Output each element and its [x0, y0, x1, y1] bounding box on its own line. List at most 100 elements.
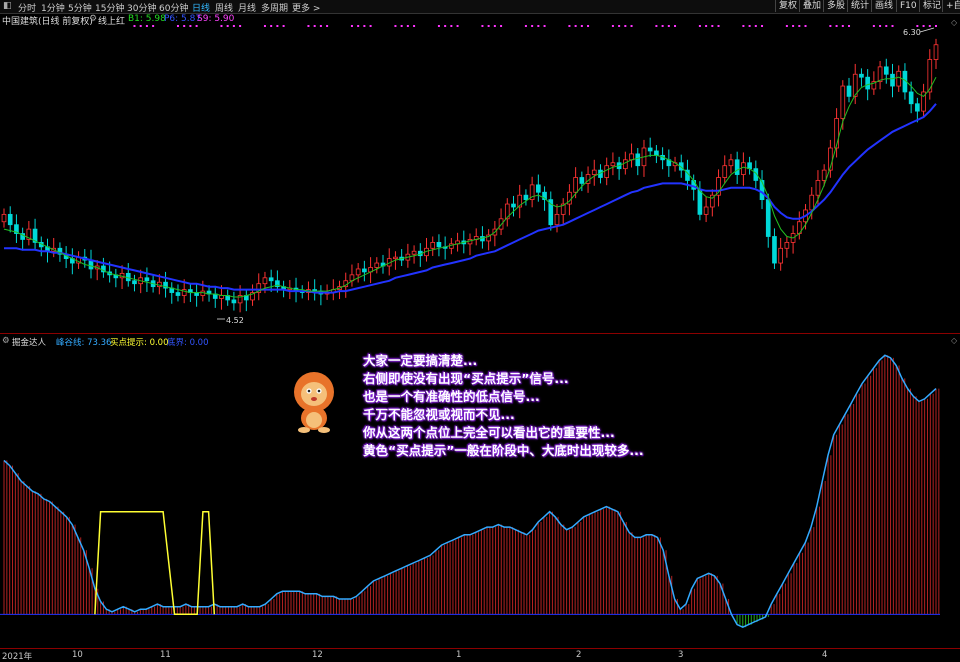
candle	[772, 228, 777, 269]
candle	[747, 156, 752, 175]
candle-body	[374, 262, 380, 268]
signal-dot	[189, 25, 192, 27]
signal-dot	[935, 25, 937, 27]
candle	[144, 267, 150, 292]
signal-dot	[456, 25, 459, 27]
buy-signal-line	[94, 510, 216, 616]
candle	[560, 198, 566, 224]
candle	[20, 227, 25, 251]
candle	[386, 248, 392, 276]
candle-body	[523, 194, 529, 201]
candle-body	[635, 153, 641, 167]
candle	[368, 257, 373, 284]
candle-body	[896, 70, 902, 87]
candle	[405, 243, 411, 268]
candle	[927, 49, 933, 100]
signal-dot	[661, 25, 664, 27]
signal-dot	[872, 25, 875, 27]
signal-dot	[568, 25, 571, 27]
lion-mascot-image	[294, 372, 334, 433]
candle-body	[610, 162, 616, 167]
candle-body	[132, 280, 137, 285]
candle	[442, 236, 448, 260]
candle	[604, 157, 610, 186]
candle	[921, 83, 926, 118]
candle-body	[915, 103, 920, 112]
signal-dot	[748, 25, 751, 27]
candle	[231, 291, 237, 311]
signal-dot	[350, 25, 353, 27]
signal-dot	[276, 25, 279, 27]
annotation-line: 千万不能忽视或视而不见...	[363, 407, 515, 422]
signal-dot	[220, 25, 223, 27]
diamond-icon-2[interactable]: ◇	[951, 336, 957, 345]
candle	[243, 289, 249, 312]
candle-body	[591, 169, 597, 175]
candle	[815, 170, 821, 207]
candle-body	[175, 292, 181, 296]
candle	[933, 38, 939, 69]
date-axis: 2021年 10 11 12 1 2 3 4	[0, 648, 960, 662]
candle	[1, 208, 7, 228]
candle-body	[933, 44, 939, 60]
signal-dot	[183, 25, 186, 27]
candle-body	[262, 277, 268, 285]
signal-dot	[239, 25, 242, 27]
ma-slow-line	[4, 103, 937, 294]
signal-dot	[761, 25, 764, 27]
candle-body	[859, 73, 864, 78]
candle	[709, 189, 715, 217]
candle	[728, 153, 734, 174]
candle	[517, 184, 523, 219]
signal-dot	[363, 25, 366, 27]
candle	[846, 77, 852, 103]
candle	[660, 147, 665, 170]
candle	[76, 251, 81, 269]
date-label: 2021年	[2, 652, 33, 662]
candle	[411, 245, 417, 264]
candle	[94, 260, 100, 281]
candle	[784, 236, 790, 258]
candle	[703, 196, 709, 223]
signal-dot	[450, 25, 453, 27]
candle	[896, 65, 902, 92]
candle	[212, 285, 218, 308]
signal-dot	[493, 25, 496, 27]
candle	[132, 274, 137, 292]
signal-dot	[413, 25, 416, 27]
candle-body	[393, 256, 398, 260]
annotation-line: 右侧即使没有出现“买点提示”信号...	[363, 371, 569, 386]
candle	[175, 284, 181, 302]
diamond-icon[interactable]: ◇	[951, 18, 957, 27]
candle	[312, 279, 317, 301]
candle	[741, 152, 746, 186]
signal-dot	[481, 25, 484, 27]
signal-dot	[798, 25, 801, 27]
candle	[716, 169, 721, 207]
candle	[287, 280, 293, 300]
signal-dot	[922, 25, 925, 27]
signal-dot	[792, 25, 795, 27]
signal-dot	[313, 25, 316, 27]
candle	[32, 218, 38, 251]
candle	[498, 208, 504, 236]
candle	[200, 280, 206, 302]
candle	[647, 137, 653, 157]
candle-body	[511, 203, 516, 208]
candle-body	[536, 184, 541, 193]
candle	[629, 143, 634, 168]
signal-dot	[611, 25, 614, 27]
chart-canvas[interactable]: 6.30 4.52	[0, 0, 960, 659]
candle	[697, 181, 703, 221]
signal-dot	[835, 25, 838, 27]
candle-body	[728, 159, 734, 167]
candle-body	[821, 169, 827, 181]
candle	[337, 280, 342, 300]
candle-body	[772, 236, 777, 264]
candle-body	[579, 177, 585, 184]
candle	[250, 284, 255, 306]
candle	[536, 174, 541, 202]
candle-body	[890, 73, 895, 87]
signal-dot	[195, 25, 198, 27]
candle	[355, 263, 361, 283]
